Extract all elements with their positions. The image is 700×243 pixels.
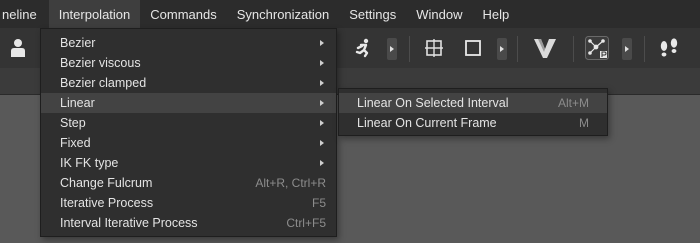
menu-item-linear[interactable]: Linear: [41, 93, 336, 113]
menu-item-label: Bezier clamped: [60, 76, 147, 90]
square-dropdown-arrow[interactable]: [497, 38, 507, 60]
submenu-arrow-icon: [320, 160, 324, 166]
menu-item-shortcut: Alt+M: [557, 96, 589, 110]
menu-timeline[interactable]: neline: [0, 0, 49, 28]
menu-item-label: Linear On Selected Interval: [357, 96, 509, 110]
submenu-arrow-icon: [320, 140, 324, 146]
menu-item-bezier[interactable]: Bezier: [41, 33, 336, 53]
interpolation-menu: Bezier Bezier viscous Bezier clamped Lin…: [40, 28, 337, 237]
toolbar-separator: [644, 36, 645, 62]
running-figure-dropdown-arrow[interactable]: [387, 38, 397, 60]
menu-synchronization[interactable]: Synchronization: [227, 0, 340, 28]
menu-item-ik-fk-type[interactable]: IK FK type: [41, 153, 336, 173]
menu-help[interactable]: Help: [472, 0, 519, 28]
menu-item-label: Linear: [60, 96, 95, 110]
menu-item-shortcut: M: [579, 116, 589, 130]
menu-item-bezier-viscous[interactable]: Bezier viscous: [41, 53, 336, 73]
submenu-arrow-icon: [320, 60, 324, 66]
pivot-node-icon[interactable]: [583, 28, 611, 68]
square-icon[interactable]: [461, 28, 485, 68]
linear-submenu: Linear On Selected Interval Alt+M Linear…: [338, 88, 608, 136]
menu-item-label: Interval Iterative Process: [60, 216, 198, 230]
menu-item-label: Step: [60, 116, 86, 130]
running-figure-icon[interactable]: [350, 28, 376, 68]
v-logo-icon[interactable]: [531, 28, 559, 68]
footsteps-icon[interactable]: [656, 28, 682, 68]
submenu-arrow-icon: [320, 80, 324, 86]
menu-item-linear-on-current-frame[interactable]: Linear On Current Frame M: [339, 113, 607, 133]
menu-item-label: Change Fulcrum: [60, 176, 153, 190]
menu-item-label: Bezier: [60, 36, 96, 50]
pivot-node-dropdown-arrow[interactable]: [622, 38, 632, 60]
menu-item-shortcut: Alt+R, Ctrl+R: [255, 176, 326, 190]
toolbar-separator: [409, 36, 410, 62]
submenu-arrow-icon: [320, 100, 324, 106]
menu-item-change-fulcrum[interactable]: Change Fulcrum Alt+R, Ctrl+R: [41, 173, 336, 193]
menu-window[interactable]: Window: [406, 0, 472, 28]
menu-item-label: IK FK type: [60, 156, 119, 170]
menu-commands[interactable]: Commands: [140, 0, 226, 28]
menu-settings[interactable]: Settings: [339, 0, 406, 28]
submenu-arrow-icon: [320, 120, 324, 126]
menu-item-step[interactable]: Step: [41, 113, 336, 133]
menu-item-interval-iterative-process[interactable]: Interval Iterative Process Ctrl+F5: [41, 213, 336, 233]
menu-item-shortcut: Ctrl+F5: [286, 216, 326, 230]
menu-item-label: Linear On Current Frame: [357, 116, 497, 130]
user-icon[interactable]: [6, 28, 30, 68]
toolbar-separator: [517, 36, 518, 62]
submenu-arrow-icon: [320, 40, 324, 46]
menu-item-linear-on-selected-interval[interactable]: Linear On Selected Interval Alt+M: [339, 93, 607, 113]
menu-item-label: Bezier viscous: [60, 56, 141, 70]
toolbar-separator: [573, 36, 574, 62]
menu-interpolation[interactable]: Interpolation: [48, 0, 141, 28]
menu-item-iterative-process[interactable]: Iterative Process F5: [41, 193, 336, 213]
menu-item-fixed[interactable]: Fixed: [41, 133, 336, 153]
menu-item-bezier-clamped[interactable]: Bezier clamped: [41, 73, 336, 93]
menu-item-shortcut: F5: [311, 196, 326, 210]
menu-bar: neline Interpolation Commands Synchroniz…: [0, 0, 700, 28]
menu-item-label: Iterative Process: [60, 196, 154, 210]
menu-item-label: Fixed: [60, 136, 91, 150]
crosshair-box-icon[interactable]: [422, 28, 446, 68]
